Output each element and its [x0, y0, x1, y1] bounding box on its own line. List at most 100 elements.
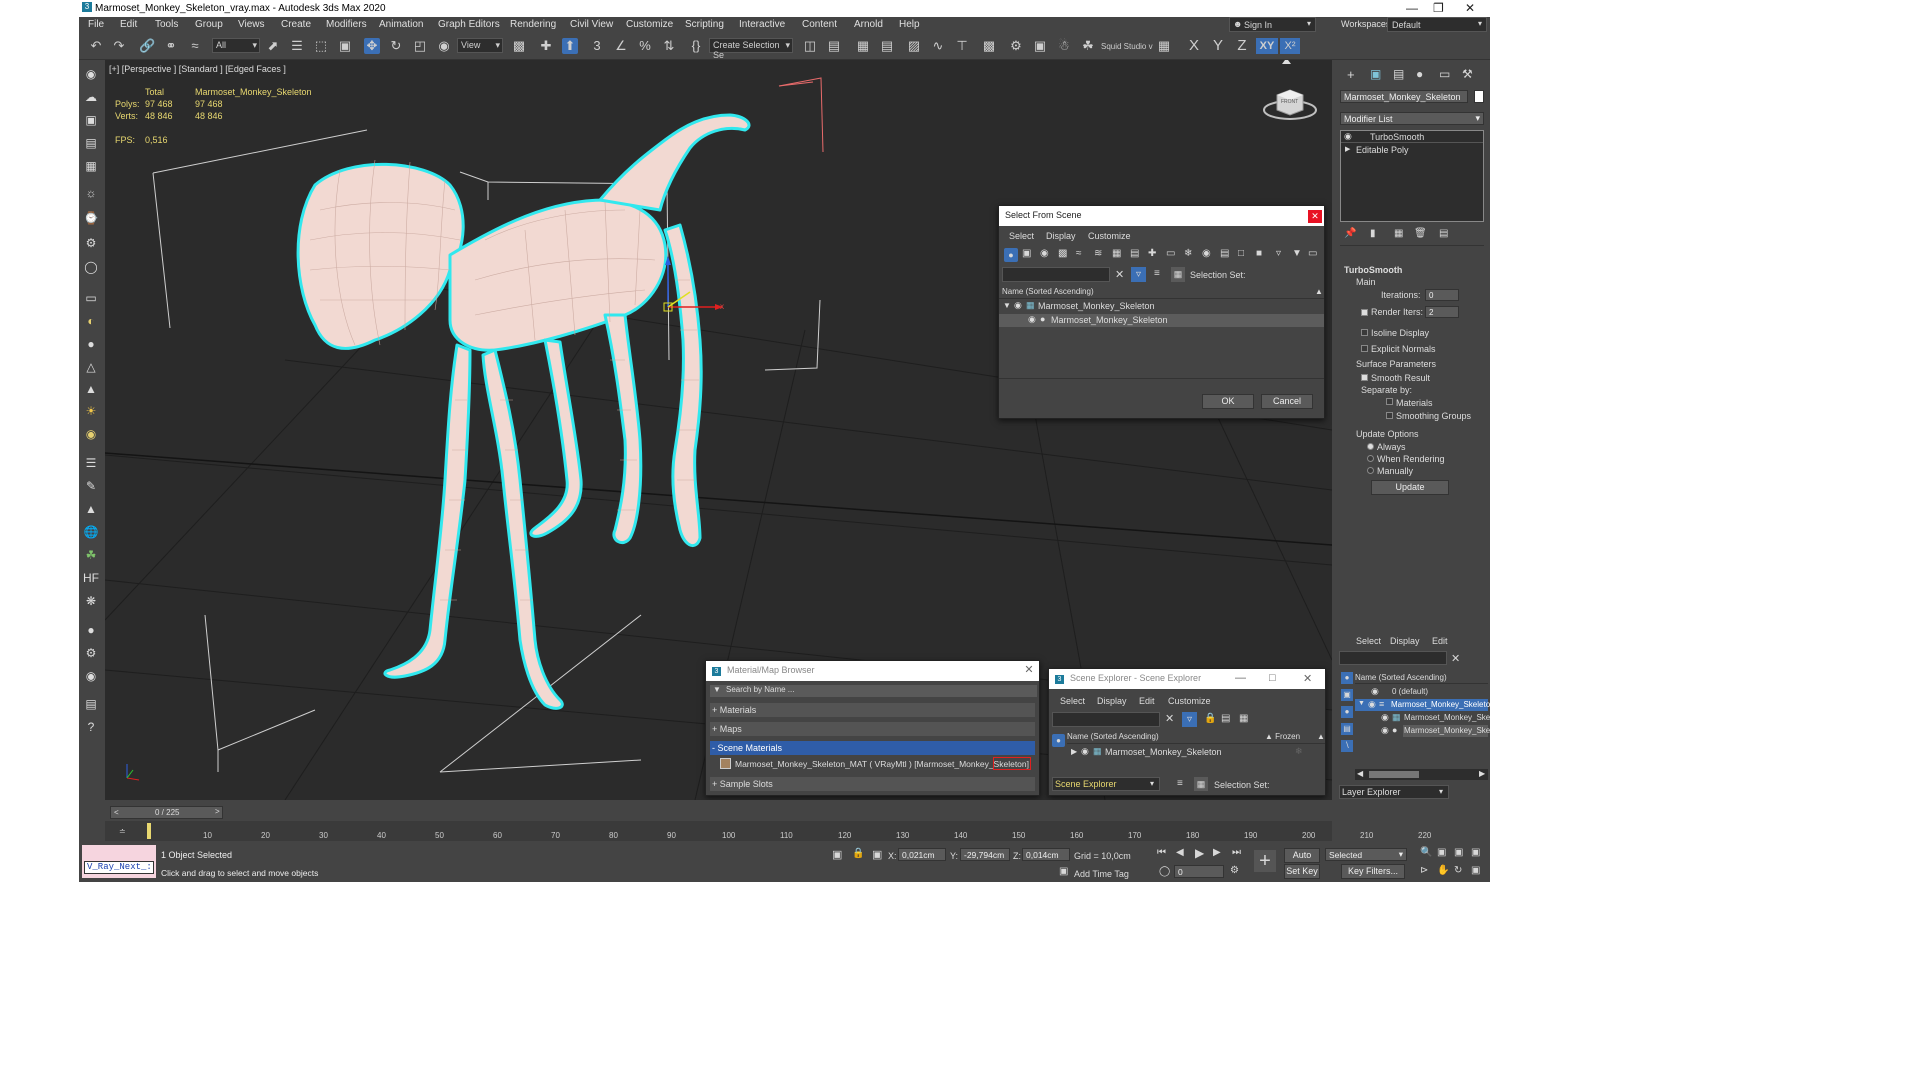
axis-x-button[interactable]: X [1186, 38, 1202, 54]
selection-set-icon[interactable]: ▦ [1171, 267, 1185, 282]
layer-tool-icon[interactable]: ∖ [1341, 740, 1353, 752]
display-none-icon[interactable]: □ [1238, 248, 1244, 259]
help-icon[interactable]: ? [83, 719, 99, 735]
menu-edit[interactable]: Edit [120, 19, 137, 30]
hierarchy-icon[interactable]: ▤ [83, 135, 99, 151]
minimize-button[interactable]: — [1406, 1, 1418, 15]
close-icon[interactable]: ✕ [1308, 210, 1322, 223]
visibility-icon[interactable]: ◉ [1344, 131, 1352, 142]
rendered-frame-icon[interactable]: ▣ [1032, 38, 1048, 54]
rect-selection-icon[interactable]: ⬚ [313, 38, 329, 54]
menu-group[interactable]: Group [195, 19, 223, 30]
display-containers-icon[interactable]: ▭ [1166, 248, 1175, 259]
scroll-left-icon[interactable]: ◀ [1357, 769, 1363, 778]
viewcube[interactable] [1263, 60, 1317, 120]
smoothing-groups-checkbox[interactable] [1386, 410, 1396, 420]
key-filters-button[interactable]: Key Filters... [1341, 864, 1405, 879]
absolute-mode-icon[interactable]: ▣ [872, 848, 882, 861]
previous-frame-icon[interactable]: ◀ [1176, 847, 1184, 858]
cameras-icon[interactable]: ⌚ [83, 210, 99, 226]
render-iters-spinner[interactable]: 2 [1425, 306, 1459, 318]
display-all-icon[interactable]: ▤ [1220, 248, 1229, 259]
visibility-icon[interactable]: ◉ [1014, 300, 1022, 311]
menu-customize[interactable]: Customize [626, 19, 673, 30]
sfs-column-header[interactable]: Name (Sorted Ascending) ▲ [999, 286, 1324, 299]
place-icon[interactable]: ◉ [436, 38, 452, 54]
display-frozen-icon[interactable]: ❄ [1184, 248, 1192, 259]
always-radio[interactable] [1367, 441, 1377, 451]
materials-checkbox[interactable] [1386, 396, 1396, 406]
display-geometry-icon[interactable]: ● [1004, 248, 1018, 262]
zoom-icon[interactable]: 🔍 [1420, 847, 1432, 858]
cylinder-icon[interactable]: △ [83, 359, 99, 375]
plant-icon[interactable]: ☘ [83, 547, 99, 563]
menu-create[interactable]: Create [281, 19, 311, 30]
layer-column-header[interactable]: Name (Sorted Ascending) [1355, 672, 1488, 684]
se-menu-customize[interactable]: Customize [1168, 696, 1211, 706]
pivot-center-icon[interactable]: ▩ [511, 38, 527, 54]
layers-icon[interactable]: ≡ [1177, 778, 1183, 789]
time-tag-icon[interactable]: ▣ [1059, 866, 1068, 877]
schematic-view-icon[interactable]: ⊤ [954, 38, 970, 54]
script-icon[interactable]: ▤ [83, 696, 99, 712]
menu-rendering[interactable]: Rendering [510, 19, 556, 30]
close-button[interactable]: ✕ [1303, 672, 1312, 685]
perspective-viewport[interactable]: [+] [Perspective ] [Standard ] [Edged Fa… [105, 60, 1332, 800]
menu-file[interactable]: File [88, 19, 104, 30]
stack-item-editable-poly[interactable]: ▶ Editable Poly [1341, 144, 1483, 156]
layer-menu-select[interactable]: Select [1356, 636, 1381, 646]
motion-tab-icon[interactable]: ● [1416, 67, 1423, 81]
maximize-button[interactable]: ❐ [1433, 1, 1444, 15]
display-cameras-icon[interactable]: ▩ [1058, 248, 1067, 259]
layer-row-default[interactable]: ◉ 0 (default) [1355, 686, 1488, 698]
horizontal-scrollbar[interactable]: ◀ ▶ [1355, 769, 1488, 780]
sign-in-dropdown[interactable]: ☻ Sign In ▾ [1229, 17, 1316, 32]
make-unique-icon[interactable]: ▦ [1394, 228, 1403, 239]
layer-row-object[interactable]: ◉ ▦ Marmoset_Monkey_Ske [1355, 712, 1490, 724]
mmb-search[interactable]: ▼ Search by Name ... [710, 685, 1037, 697]
sphere-icon[interactable]: ● [83, 336, 99, 352]
visibility-icon[interactable]: ◉ [1028, 314, 1036, 325]
track-bar-menu-icon[interactable]: ≐ [119, 827, 126, 836]
when-rendering-radio[interactable] [1367, 453, 1377, 463]
go-to-start-icon[interactable]: ⏮ [1157, 847, 1166, 858]
axis-x2-button[interactable]: X² [1280, 38, 1300, 54]
filter-options-icon[interactable]: ▼ [1292, 248, 1302, 259]
visibility-icon[interactable]: ◉ [1381, 712, 1389, 723]
clear-search-icon[interactable]: ✕ [1115, 268, 1124, 281]
display-geometry-icon[interactable]: ● [1052, 734, 1065, 747]
spinner-snap-icon[interactable]: ⇅ [661, 38, 677, 54]
show-end-result-icon[interactable]: ▮ [1370, 228, 1376, 239]
key-mode-dropdown[interactable]: Selected ▾ [1325, 848, 1407, 861]
hemisphere-icon[interactable]: ◐ [83, 313, 99, 329]
menu-civil-view[interactable]: Civil View [570, 19, 613, 30]
menu-scripting[interactable]: Scripting [685, 19, 724, 30]
rotate-icon[interactable]: ↻ [388, 38, 404, 54]
create-geometry-icon[interactable]: ◉ [83, 66, 99, 82]
motion-icon[interactable]: ▦ [83, 158, 99, 174]
menu-tools[interactable]: Tools [155, 19, 178, 30]
object-color-swatch[interactable] [1474, 90, 1484, 103]
squid-studio-label[interactable]: Squid Studio v [1101, 42, 1153, 51]
display-bones-icon[interactable]: ✚ [1148, 248, 1156, 259]
hierarchy-tab-icon[interactable]: ▤ [1393, 67, 1404, 81]
play-icon[interactable]: ▶ [1195, 846, 1204, 860]
frozen-icon[interactable]: ❄ [1295, 746, 1303, 757]
clear-search-icon[interactable]: ✕ [1165, 712, 1174, 725]
render-iterative-icon[interactable]: ☘ [1080, 38, 1096, 54]
align-icon[interactable]: ▤ [826, 38, 842, 54]
scale-icon[interactable]: ◰ [412, 38, 428, 54]
link-icon[interactable]: 🔗 [139, 38, 155, 54]
undo-icon[interactable]: ↶ [88, 38, 104, 54]
zoom-all-icon[interactable]: ▣ [1437, 847, 1446, 858]
field-of-view-icon[interactable]: ⊳ [1420, 865, 1428, 876]
scroll-right-icon[interactable]: ▶ [1479, 769, 1485, 778]
unlink-icon[interactable]: ⚭ [163, 38, 179, 54]
keyboard-shortcut-override-icon[interactable]: ⬆ [562, 38, 578, 54]
sfs-menu-customize[interactable]: Customize [1088, 231, 1131, 241]
time-configuration-icon[interactable]: ⚙ [1230, 865, 1239, 876]
layer-menu-display[interactable]: Display [1390, 636, 1420, 646]
display-spacewarps-icon[interactable]: ≋ [1094, 248, 1102, 259]
gear-icon[interactable]: ⚙ [83, 645, 99, 661]
isoline-display-checkbox[interactable] [1361, 327, 1371, 337]
